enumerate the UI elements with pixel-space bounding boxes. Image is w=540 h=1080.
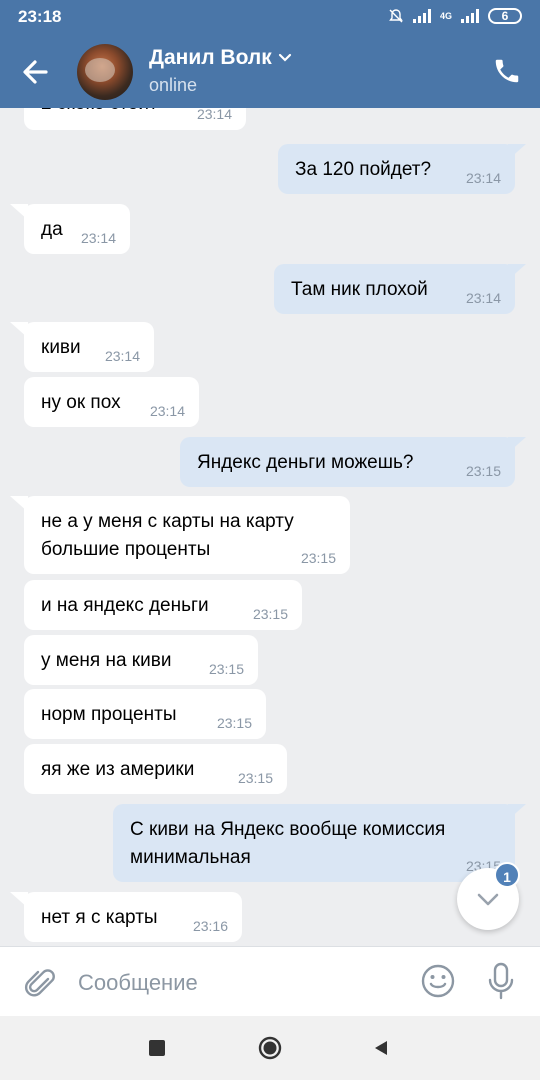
message-text: нет я с карты xyxy=(41,907,158,928)
signal-icon xyxy=(412,9,431,23)
presence-status: online xyxy=(149,75,198,95)
avatar[interactable] xyxy=(77,44,133,100)
message-text: не а у меня с карты на карту xyxy=(41,511,294,532)
paperclip-icon[interactable] xyxy=(22,965,56,999)
message-time: 23:14 xyxy=(80,230,116,246)
nav-home-icon[interactable] xyxy=(258,1036,282,1060)
phone-icon[interactable] xyxy=(492,56,522,86)
message-time: 23:15 xyxy=(237,770,273,786)
message-time: 23:14 xyxy=(465,170,501,186)
chat-header: Данил Волк online xyxy=(0,34,540,108)
message-outgoing[interactable]: Яндекс деньги можешь? 23:15 xyxy=(180,437,515,487)
status-icons: 4G 6 xyxy=(388,8,522,24)
chevron-down-icon xyxy=(278,53,291,62)
smile-icon[interactable] xyxy=(420,963,456,999)
message-text: норм проценты xyxy=(41,704,177,725)
message-outgoing[interactable]: С киви на Яндекс вообще комиссия минимал… xyxy=(113,804,515,882)
message-outgoing[interactable]: За 120 пойдет? 23:14 xyxy=(278,144,515,194)
back-arrow-icon[interactable] xyxy=(16,54,60,90)
message-text-line2: минимальная xyxy=(130,847,251,868)
message-composer xyxy=(0,946,540,1016)
message-text-line2: большие проценты xyxy=(41,539,211,560)
message-text: За 120 пойдет? xyxy=(295,159,432,180)
nav-recents-icon[interactable] xyxy=(149,1040,165,1056)
message-list[interactable]: 2 скоко стоит 23:14 За 120 пойдет? 23:14… xyxy=(0,108,540,946)
message-incoming[interactable]: да 23:14 xyxy=(24,204,130,254)
message-text: киви xyxy=(41,337,81,358)
message-time: 23:14 xyxy=(104,348,140,364)
message-time: 23:15 xyxy=(465,463,501,479)
message-incoming[interactable]: не а у меня с карты на карту большие про… xyxy=(24,496,350,574)
message-time: 23:14 xyxy=(149,403,185,419)
battery-indicator: 6 xyxy=(488,8,522,24)
message-time: 23:14 xyxy=(196,108,232,122)
message-time: 23:15 xyxy=(300,550,336,566)
status-time: 23:18 xyxy=(18,7,62,26)
message-text: С киви на Яндекс вообще комиссия xyxy=(130,819,446,840)
message-time: 23:16 xyxy=(192,918,228,934)
contact-name: Данил Волк xyxy=(149,46,272,69)
message-text: ну ок пох xyxy=(41,392,121,413)
nav-back-icon[interactable] xyxy=(372,1039,390,1057)
message-text: Там ник плохой xyxy=(291,279,428,300)
system-nav-bar xyxy=(0,1016,540,1080)
message-text: Яндекс деньги можешь? xyxy=(197,452,414,473)
message-incoming[interactable]: 2 скоко стоит 23:14 xyxy=(24,108,246,130)
message-incoming[interactable]: нет я с карты 23:16 xyxy=(24,892,242,942)
message-text: у меня на киви xyxy=(41,650,172,671)
message-input[interactable] xyxy=(78,965,398,1001)
message-incoming[interactable]: яя же из америки 23:15 xyxy=(24,744,287,794)
message-incoming[interactable]: и на яндекс деньги 23:15 xyxy=(24,580,302,630)
message-incoming[interactable]: у меня на киви 23:15 xyxy=(24,635,258,685)
message-text: 2 скоко стоит xyxy=(41,108,176,118)
message-time: 23:15 xyxy=(252,606,288,622)
microphone-icon[interactable] xyxy=(485,961,517,1001)
unread-badge: 1 xyxy=(494,862,520,888)
message-time: 23:14 xyxy=(465,290,501,306)
message-incoming[interactable]: киви 23:14 xyxy=(24,322,154,372)
message-outgoing[interactable]: Там ник плохой 23:14 xyxy=(274,264,515,314)
signal-icon-2 xyxy=(461,9,479,23)
message-text: яя же из америки xyxy=(41,759,195,780)
network-type: 4G xyxy=(439,10,452,21)
message-incoming[interactable]: ну ок пох 23:14 xyxy=(24,377,199,427)
contact-info[interactable]: Данил Волк online xyxy=(149,46,292,96)
message-time: 23:15 xyxy=(208,661,244,677)
message-text: да xyxy=(41,219,63,240)
message-incoming[interactable]: норм проценты 23:15 xyxy=(24,689,266,739)
status-bar: 23:18 4G 6 xyxy=(0,0,540,34)
message-text: и на яндекс деньги xyxy=(41,595,209,616)
bubble-tail xyxy=(508,804,526,820)
message-time: 23:15 xyxy=(216,715,252,731)
muted-bell-icon xyxy=(389,9,403,23)
